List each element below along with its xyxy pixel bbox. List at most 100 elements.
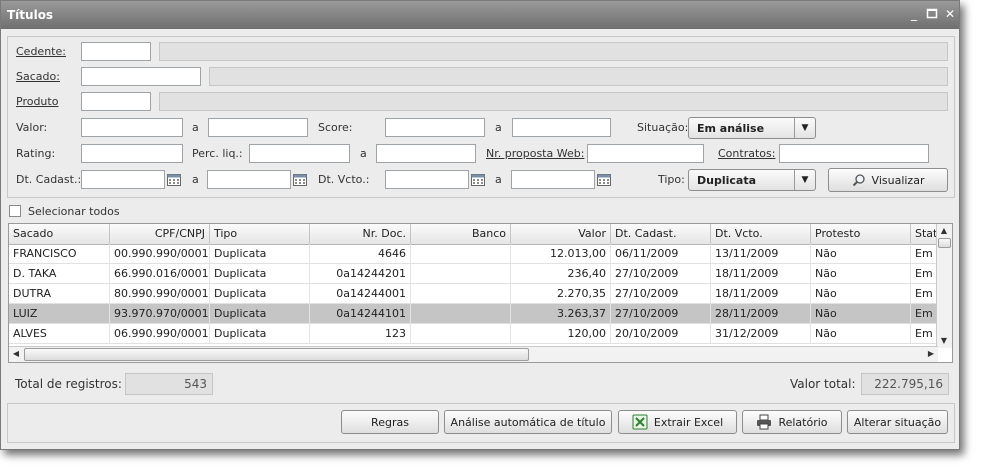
chevron-down-icon[interactable]: ▼ — [794, 118, 815, 138]
calendar-icon[interactable] — [167, 174, 181, 186]
scroll-down-icon[interactable]: ▼ — [937, 334, 951, 348]
contratos-label[interactable]: Contratos: — [718, 147, 775, 160]
score-from-input[interactable] — [385, 118, 485, 137]
total-registros-value: 543 — [125, 373, 213, 395]
visualizar-button[interactable]: Visualizar — [828, 168, 948, 192]
column-header-sacado[interactable]: Sacado — [9, 224, 110, 244]
cell-sacado: LUIZ — [9, 304, 110, 323]
calendar-icon[interactable] — [597, 174, 611, 186]
column-header-status[interactable]: Stat — [911, 224, 938, 244]
relatorio-button[interactable]: Relatório — [742, 410, 842, 434]
produto-code-input[interactable] — [81, 92, 151, 111]
cell-dt-cadast: 06/11/2009 — [611, 244, 711, 263]
titulos-window: Títulos _ ✕ Cedente: Sacado: Produto Val… — [0, 0, 960, 450]
nr-proposta-web-input[interactable] — [587, 144, 704, 163]
printer-icon — [757, 414, 772, 430]
dt-cadast-to-input[interactable] — [207, 170, 291, 189]
cell-protesto: Não — [811, 304, 911, 323]
column-header-banco[interactable]: Banco — [411, 224, 511, 244]
calendar-icon[interactable] — [293, 174, 307, 186]
tipo-select-value: Duplicata — [697, 174, 757, 187]
cell-tipo: Duplicata — [210, 244, 310, 263]
minimize-icon[interactable]: _ — [907, 7, 921, 21]
valor-range-separator: a — [192, 121, 199, 134]
alterar-situacao-button[interactable]: Alterar situação — [847, 410, 948, 434]
table-row[interactable]: FRANCISCO 00.990.990/0001- Duplicata 464… — [9, 244, 938, 264]
scroll-left-icon[interactable]: ◀ — [9, 347, 23, 361]
table-row[interactable]: DUTRA 80.990.990/0001- Duplicata 0a14244… — [9, 284, 938, 304]
rating-label: Rating: — [16, 147, 56, 160]
situacao-select-value: Em análise — [697, 122, 765, 135]
cell-dt-cadast: 27/10/2009 — [611, 304, 711, 323]
tipo-label: Tipo: — [658, 173, 685, 186]
cell-sacado: D. TAKA — [9, 264, 110, 283]
column-header-valor[interactable]: Valor — [511, 224, 611, 244]
horizontal-scroll-thumb[interactable] — [24, 348, 529, 361]
sacado-code-input[interactable] — [81, 67, 201, 86]
dt-vcto-from-input[interactable] — [385, 170, 469, 189]
cedente-code-input[interactable] — [81, 42, 151, 61]
horizontal-scrollbar[interactable]: ◀ ▶ — [9, 346, 938, 362]
select-all-checkbox[interactable] — [9, 205, 21, 217]
situacao-select[interactable]: Em análise ▼ — [688, 117, 816, 139]
sacado-name-field — [209, 67, 948, 86]
column-header-tipo[interactable]: Tipo — [210, 224, 310, 244]
dt-vcto-to-input[interactable] — [511, 170, 595, 189]
perc-liq-to-input[interactable] — [376, 144, 476, 163]
sacado-label[interactable]: Sacado: — [16, 70, 60, 83]
nr-proposta-web-label[interactable]: Nr. proposta Web: — [486, 147, 584, 160]
cell-dt-vcto: 18/11/2009 — [711, 264, 811, 283]
action-bar: Regras Análise automática de título Extr… — [7, 403, 955, 443]
produto-label[interactable]: Produto — [16, 95, 58, 108]
close-icon[interactable]: ✕ — [943, 7, 957, 21]
extrair-excel-label: Extrair Excel — [653, 415, 724, 429]
table-header: Sacado CPF/CNPJ Tipo Nr. Doc. Banco Valo… — [9, 224, 938, 245]
cell-sacado: FRANCISCO — [9, 244, 110, 263]
tipo-select[interactable]: Duplicata ▼ — [688, 169, 816, 191]
column-header-nr-doc[interactable]: Nr. Doc. — [310, 224, 411, 244]
column-header-cpf-cnpj[interactable]: CPF/CNPJ — [110, 224, 210, 244]
cell-status: Em — [911, 304, 938, 323]
dt-cadast-range-separator: a — [192, 173, 199, 186]
calendar-icon[interactable] — [471, 174, 485, 186]
rating-input[interactable] — [81, 144, 183, 163]
column-header-protesto[interactable]: Protesto — [811, 224, 911, 244]
valor-from-input[interactable] — [81, 118, 183, 137]
scroll-up-icon[interactable]: ▲ — [937, 224, 951, 238]
cell-sacado: ALVES — [9, 324, 110, 343]
chevron-down-icon[interactable]: ▼ — [794, 170, 815, 190]
vertical-scroll-thumb[interactable] — [938, 238, 951, 248]
valor-label: Valor: — [16, 121, 48, 134]
maximize-icon[interactable] — [925, 7, 939, 21]
contratos-input[interactable] — [779, 144, 929, 163]
window-title: Títulos — [7, 8, 54, 22]
score-to-input[interactable] — [512, 118, 611, 137]
table-row[interactable]: ALVES 06.990.990/0001- Duplicata 123 120… — [9, 324, 938, 344]
scroll-right-icon[interactable]: ▶ — [924, 347, 938, 361]
cedente-label[interactable]: Cedente: — [16, 45, 66, 58]
column-header-dt-vcto[interactable]: Dt. Vcto. — [711, 224, 811, 244]
cell-dt-cadast: 20/10/2009 — [611, 324, 711, 343]
regras-button[interactable]: Regras — [341, 410, 439, 434]
cell-banco — [411, 324, 511, 343]
cell-banco — [411, 244, 511, 263]
vertical-scrollbar[interactable]: ▲ ▼ — [936, 224, 952, 348]
cell-banco — [411, 304, 511, 323]
magnifier-icon — [852, 174, 865, 187]
extrair-excel-button[interactable]: Extrair Excel — [618, 410, 737, 434]
column-header-dt-cadast[interactable]: Dt. Cadast. — [611, 224, 711, 244]
table-row[interactable]: D. TAKA 66.990.016/0001- Duplicata 0a142… — [9, 264, 938, 284]
select-all-label[interactable]: Selecionar todos — [28, 205, 120, 218]
relatorio-label: Relatório — [778, 415, 828, 429]
dt-cadast-from-input[interactable] — [81, 170, 165, 189]
score-range-separator: a — [495, 121, 502, 134]
perc-liq-from-input[interactable] — [249, 144, 350, 163]
valor-to-input[interactable] — [208, 118, 308, 137]
perc-liq-range-separator: a — [360, 147, 367, 160]
titles-table: Sacado CPF/CNPJ Tipo Nr. Doc. Banco Valo… — [8, 223, 953, 363]
valor-total-value: 222.795,16 — [861, 373, 949, 395]
table-row-selected[interactable]: LUIZ 93.970.970/0001- Duplicata 0a142441… — [9, 304, 938, 324]
cell-valor: 2.270,35 — [511, 284, 611, 303]
cell-tipo: Duplicata — [210, 324, 310, 343]
analise-automatica-button[interactable]: Análise automática de título — [444, 410, 612, 434]
